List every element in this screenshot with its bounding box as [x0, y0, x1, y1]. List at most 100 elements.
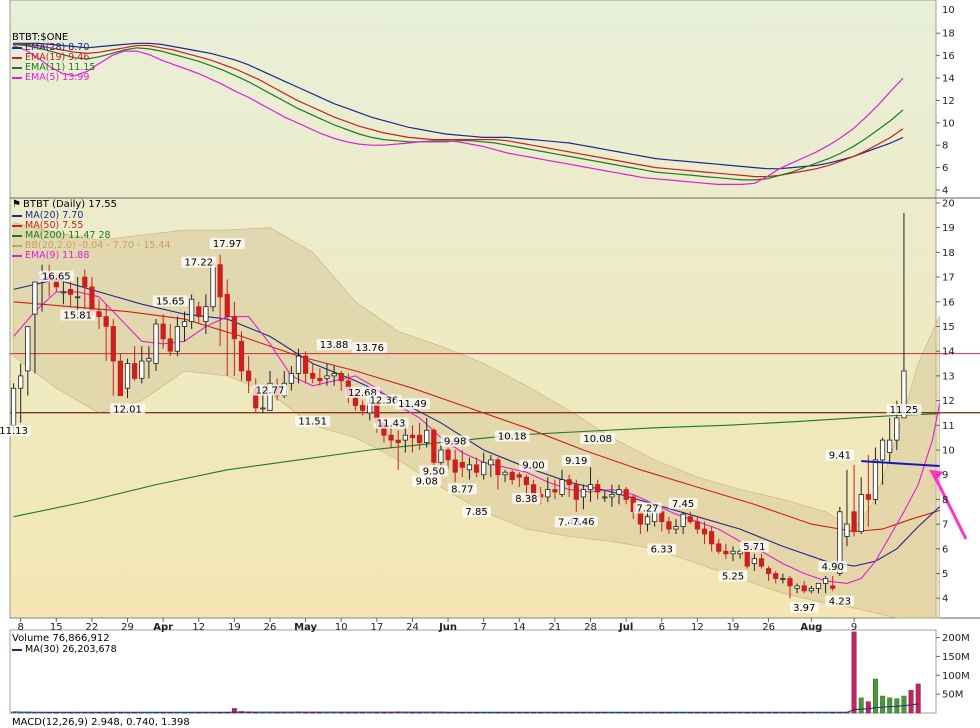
price-annotation: 13.76 — [352, 342, 388, 354]
candle-body — [844, 523, 850, 537]
x-axis-tick-label: 10 — [335, 622, 348, 633]
price-annotation: 4.23 — [825, 595, 855, 608]
candle-body — [566, 479, 572, 485]
volume-axis-tick-label: 200M — [942, 633, 970, 644]
legend-swatch — [12, 46, 22, 49]
x-axis-tick-label: 28 — [584, 622, 597, 633]
candle-body — [89, 286, 95, 313]
price-annotation: 11.25 — [886, 404, 922, 416]
price-annotation: 13.88 — [316, 339, 352, 351]
candle-body — [438, 449, 444, 463]
price-annotation: 17.22 — [181, 256, 217, 269]
annotation-label: 10.08 — [583, 434, 612, 445]
chart-stage: 11.13 16.65 15.81 12.01 15.65 17.22 17.97 12.77… — [0, 0, 980, 728]
chart-type-icon: ⚑ — [12, 199, 21, 210]
candle-body — [231, 316, 237, 340]
annotation-label: 17.97 — [213, 239, 242, 250]
candle-body — [858, 494, 864, 532]
price-annotation: 7.27 — [633, 502, 662, 514]
x-axis-tick-label: 22 — [86, 622, 99, 633]
top-axis-tick-label: 8 — [942, 141, 948, 152]
candle-body — [794, 585, 800, 589]
x-axis-tick-label: 17 — [370, 622, 383, 633]
candle-body — [203, 306, 209, 322]
annotation-label: 9.41 — [829, 451, 851, 462]
legend-label: MA(30) 26,203,678 — [25, 644, 117, 655]
candle-body — [765, 568, 772, 574]
annotation-label: 8.77 — [451, 484, 473, 495]
x-axis-tick-label: 14 — [513, 622, 526, 633]
candle-body — [10, 387, 17, 426]
chart-canvas: 11.13 16.65 15.81 12.01 15.65 17.2217.97 12.77… — [0, 0, 980, 723]
candle-body — [153, 323, 159, 364]
price-axis-tick-label: 17 — [942, 273, 955, 284]
volume-bar — [851, 631, 857, 714]
candle-body — [445, 449, 451, 461]
annotation-label: 7.46 — [572, 517, 594, 528]
price-axis-tick-label: 5 — [942, 569, 948, 580]
candle-body — [459, 461, 465, 468]
volume-bar — [915, 683, 921, 714]
price-annotation: 11.51 — [295, 415, 331, 428]
volume-axis-tick-label: 150M — [942, 652, 970, 663]
candle-body — [830, 585, 836, 589]
x-axis-tick-label: Aug — [800, 622, 822, 633]
candle-body — [602, 496, 608, 499]
annotation-label: 17.22 — [184, 258, 213, 269]
annotation-label: 11.43 — [377, 419, 406, 430]
candle-body — [545, 489, 551, 498]
annotation-label: 11.51 — [298, 417, 327, 428]
price-annotation: 9.19 — [561, 455, 591, 467]
x-axis-tick-label: Apr — [153, 622, 173, 633]
legend-swatch — [12, 648, 22, 651]
volume-bar — [880, 695, 886, 714]
price-axis-tick-label: 20 — [942, 198, 955, 209]
price-panel-title-text: BTBT (Daily) 17.55 — [22, 199, 117, 210]
candle-body — [701, 528, 708, 535]
price-axis-tick-label: 4 — [942, 594, 948, 605]
candle-body — [317, 377, 323, 382]
x-axis-tick-label: 21 — [549, 622, 562, 633]
candle-body — [224, 293, 230, 317]
candle-body — [616, 489, 622, 495]
x-axis-tick-label: 24 — [406, 622, 419, 633]
candle-body — [96, 311, 102, 317]
candle-body — [196, 306, 202, 317]
candle-body — [302, 355, 309, 374]
top-axis-tick-label: 16 — [942, 51, 955, 62]
candle-body — [174, 326, 181, 352]
price-axis-tick-label: 9 — [942, 470, 948, 481]
price-axis-tick-label: 16 — [942, 297, 955, 308]
volume-bar — [887, 697, 893, 714]
annotation-label: 4.90 — [822, 562, 844, 573]
annotation-label: 5.25 — [722, 571, 744, 582]
price-annotation: 9.08 — [412, 475, 442, 488]
annotation-label: 11.49 — [398, 399, 427, 410]
top-axis-tick-label: 4 — [942, 186, 948, 197]
volume-legend-entry: MA(30) 26,203,678 — [12, 645, 117, 655]
candle-body — [687, 516, 693, 523]
annotation-label: 11.25 — [890, 405, 919, 416]
x-axis-tick-label: 7 — [480, 622, 486, 633]
candle-body — [773, 573, 779, 579]
candle-body — [488, 459, 494, 466]
candle-body — [887, 439, 893, 453]
price-annotation: 7.45 — [668, 498, 698, 510]
candle-body — [189, 298, 195, 322]
price-axis-tick-label: 8 — [942, 495, 948, 506]
volume-bar — [908, 690, 914, 714]
candle-body — [452, 459, 458, 473]
candle-body — [523, 476, 530, 485]
annotation-label: 7.27 — [636, 503, 658, 514]
candle-body — [758, 558, 765, 567]
candle-body — [516, 474, 522, 478]
price-annotation: 8.77 — [447, 483, 477, 495]
candle-body — [473, 464, 480, 473]
price-axis-tick-label: 18 — [942, 248, 955, 259]
price-annotation: 9.50 — [419, 465, 449, 477]
price-annotation: 4.90 — [818, 561, 848, 573]
x-axis-tick-label: 6 — [659, 622, 665, 633]
x-axis-tick-label: 26 — [762, 622, 775, 633]
x-axis-tick-label: 29 — [121, 622, 134, 633]
annotation-label: 5.71 — [743, 542, 765, 553]
